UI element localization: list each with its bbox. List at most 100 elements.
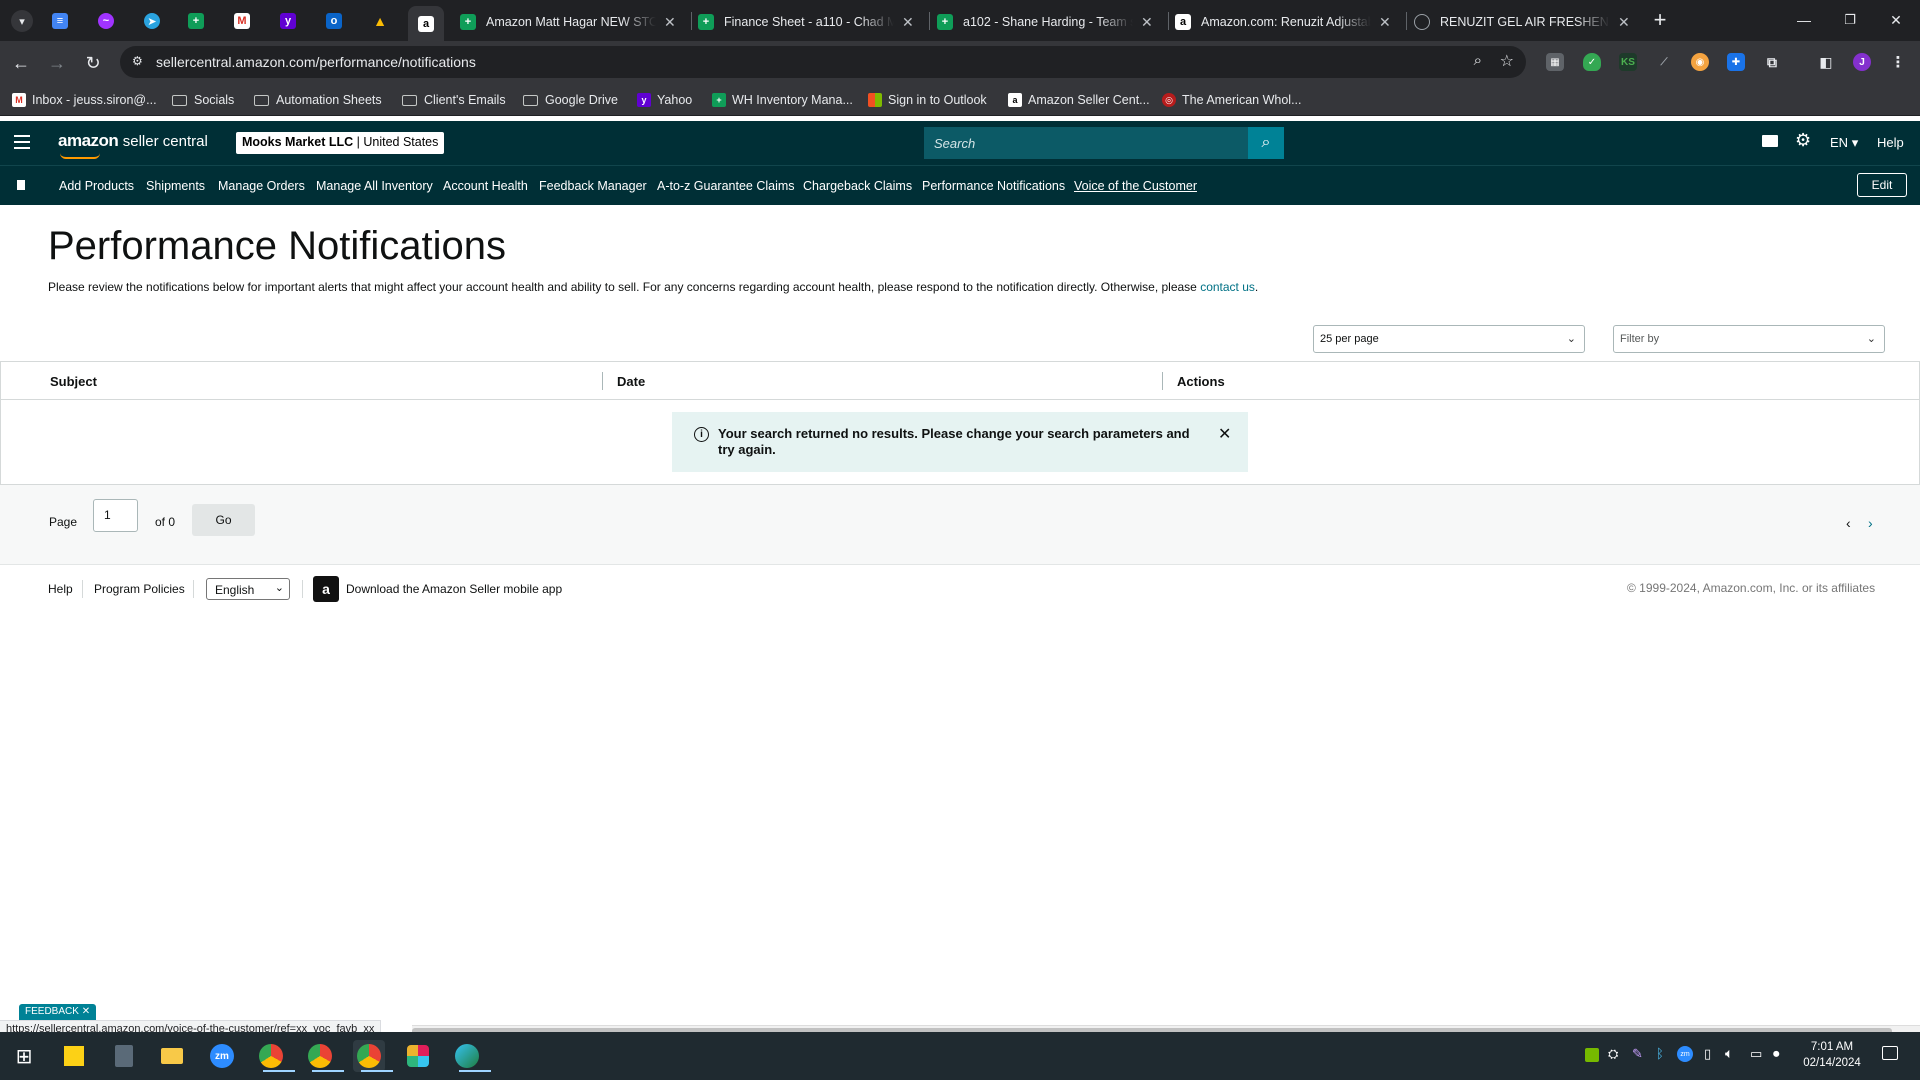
pen-tray-icon[interactable]: ✎	[1632, 1046, 1643, 1062]
bluetooth-tray-icon[interactable]: ᛒ	[1656, 1046, 1664, 1061]
orange-extension-icon[interactable]: ◉	[1691, 53, 1709, 71]
site-info-icon[interactable]: ⚙	[132, 54, 143, 68]
tab-5[interactable]: RENUZIT GEL AIR FRESHENER- ✕	[1414, 8, 1630, 36]
window-close-button[interactable]: ✕	[1876, 8, 1916, 32]
zoom-icon[interactable]: ⌕	[1474, 52, 1482, 69]
bookmark-clients-emails[interactable]: Client's Emails	[402, 90, 506, 110]
bookmark-wh-inventory[interactable]: + WH Inventory Mana...	[712, 90, 853, 110]
hamburger-menu-icon[interactable]	[14, 135, 30, 149]
pinned-tab-sheets[interactable]: +	[178, 6, 214, 36]
close-icon[interactable]: ✕	[664, 14, 676, 31]
close-alert-icon[interactable]: ✕	[1218, 424, 1231, 444]
qr-extension-icon[interactable]: ▦	[1546, 53, 1564, 71]
page-number-input[interactable]: 1	[93, 499, 138, 532]
slack-app[interactable]	[402, 1040, 434, 1072]
nav-feedback-manager[interactable]: Feedback Manager	[539, 179, 647, 193]
nvidia-tray-icon[interactable]	[1585, 1048, 1599, 1062]
pinned-tab-outlook[interactable]: o	[316, 6, 352, 36]
close-icon[interactable]: ✕	[1379, 14, 1391, 31]
bookmark-socials[interactable]: Socials	[172, 90, 234, 110]
bookmark-icon[interactable]	[17, 180, 25, 190]
close-icon[interactable]: ✕	[82, 1006, 90, 1017]
nav-add-products[interactable]: Add Products	[59, 179, 134, 193]
bookmark-american-wholesale[interactable]: ◎ The American Whol...	[1162, 90, 1302, 110]
new-tab-button[interactable]: +	[1640, 7, 1680, 32]
search-input[interactable]: Search	[934, 136, 975, 151]
shield-extension-icon[interactable]: ✓	[1583, 53, 1601, 71]
pinned-tab-gmail[interactable]: M	[224, 6, 260, 36]
bookmark-outlook[interactable]: Sign in to Outlook	[868, 90, 987, 110]
nav-a-to-z-claims[interactable]: A-to-z Guarantee Claims	[657, 179, 795, 193]
nav-performance-notifications[interactable]: Performance Notifications	[922, 179, 1065, 193]
back-button[interactable]: ←	[8, 50, 34, 76]
windows-start-icon[interactable]: ⊞	[8, 1040, 40, 1072]
pen-extension-icon[interactable]: ⟋	[1655, 53, 1673, 71]
footer-language-select[interactable]: English ⌄	[206, 578, 290, 600]
bookmark-inbox[interactable]: M Inbox - jeuss.siron@...	[12, 90, 157, 110]
tab-4[interactable]: a Amazon.com: Renuzit Adjustabl ✕	[1175, 8, 1391, 36]
minimize-button[interactable]: —	[1784, 8, 1824, 32]
close-icon[interactable]: ✕	[1618, 14, 1630, 31]
program-policies-link[interactable]: Program Policies	[94, 582, 185, 596]
nav-chargeback-claims[interactable]: Chargeback Claims	[803, 179, 912, 193]
previous-page-icon[interactable]: ‹	[1846, 515, 1851, 531]
close-icon[interactable]: ✕	[1141, 14, 1153, 31]
bookmark-amazon-seller[interactable]: a Amazon Seller Cent...	[1008, 90, 1150, 110]
column-date[interactable]: Date	[617, 374, 645, 389]
bookmark-yahoo[interactable]: y Yahoo	[637, 90, 692, 110]
edge-app[interactable]	[451, 1040, 491, 1072]
ks-extension-icon[interactable]: KS	[1619, 53, 1637, 71]
zoom-tray-icon[interactable]: zm	[1677, 1046, 1693, 1062]
blue-extension-icon[interactable]: ✚	[1727, 53, 1745, 71]
feedback-tab[interactable]: FEEDBACK ✕	[19, 1004, 97, 1021]
calculator-app[interactable]	[108, 1040, 140, 1072]
address-bar[interactable]: ⚙ sellercentral.amazon.com/performance/n…	[120, 46, 1526, 78]
nav-voice-of-the-customer[interactable]: Voice of the Customer	[1074, 179, 1197, 193]
contact-us-link[interactable]: contact us	[1200, 280, 1255, 294]
profile-avatar[interactable]: J	[1853, 53, 1871, 71]
forward-button[interactable]: →	[44, 50, 70, 76]
zoom-app[interactable]: zm	[206, 1040, 238, 1072]
microphone-tray-icon[interactable]: ⏺	[1773, 1046, 1780, 1062]
reload-button[interactable]: ↻	[80, 50, 106, 76]
help-link[interactable]: Help	[1877, 135, 1904, 150]
filter-by-select[interactable]: Filter by ⌄	[1613, 325, 1885, 353]
chrome-app-1[interactable]	[255, 1040, 295, 1072]
settings-gear-icon[interactable]: ⚙	[1795, 130, 1811, 151]
sticky-notes-app[interactable]	[58, 1040, 90, 1072]
menu-kebab-icon[interactable]: ⋮	[1889, 53, 1907, 71]
go-button[interactable]: Go	[192, 504, 255, 536]
pinned-tab-telegram[interactable]: ➤	[134, 6, 170, 36]
nav-account-health[interactable]: Account Health	[443, 179, 528, 193]
language-selector[interactable]: EN ▾	[1830, 135, 1858, 151]
restore-button[interactable]: ❐	[1830, 8, 1870, 32]
teams-tray-icon[interactable]: ⛭	[1608, 1046, 1618, 1062]
seller-central-logo[interactable]: amazon seller central	[58, 131, 208, 159]
bookmark-star-icon[interactable]: ☆	[1500, 51, 1514, 71]
nav-manage-orders[interactable]: Manage Orders	[218, 179, 305, 193]
battery-tray-icon[interactable]: ▯	[1704, 1046, 1711, 1062]
volume-tray-icon[interactable]: 🔈︎	[1725, 1045, 1733, 1062]
bookmark-automation-sheets[interactable]: Automation Sheets	[254, 90, 382, 110]
footer-help-link[interactable]: Help	[48, 582, 73, 596]
pinned-tab-drive[interactable]: ▲	[362, 6, 398, 36]
mail-icon[interactable]	[1762, 135, 1778, 147]
side-panel-icon[interactable]: ◧	[1817, 53, 1835, 71]
close-icon[interactable]: ✕	[902, 14, 914, 31]
account-switcher[interactable]: Mooks Market LLC | United States	[236, 132, 445, 154]
network-tray-icon[interactable]: ▭	[1750, 1046, 1762, 1062]
per-page-select[interactable]: 25 per page ⌄	[1313, 325, 1585, 353]
nav-manage-all-inventory[interactable]: Manage All Inventory	[316, 179, 433, 193]
pinned-tab-yahoo[interactable]: y	[270, 6, 306, 36]
clock[interactable]: 7:01 AM 02/14/2024	[1796, 1039, 1868, 1071]
edit-nav-button[interactable]: Edit	[1857, 173, 1907, 197]
download-app-link[interactable]: Download the Amazon Seller mobile app	[346, 582, 562, 596]
next-page-icon[interactable]: ›	[1868, 515, 1873, 531]
search-button[interactable]: ⌕	[1248, 127, 1284, 159]
tab-1[interactable]: + Amazon Matt Hagar NEW STOR ✕	[460, 8, 676, 36]
notifications-icon[interactable]	[1882, 1046, 1898, 1060]
pinned-tab-messenger[interactable]: ~	[88, 6, 124, 36]
tab-2[interactable]: + Finance Sheet - a110 - Chad M ✕	[698, 8, 914, 36]
file-explorer-app[interactable]	[156, 1040, 188, 1072]
chrome-app-2[interactable]	[304, 1040, 344, 1072]
